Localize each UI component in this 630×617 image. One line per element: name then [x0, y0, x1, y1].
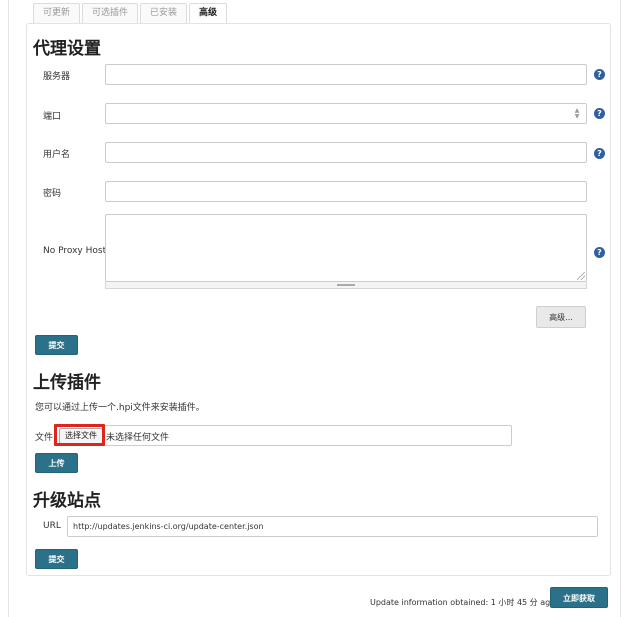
- file-label: 文件:: [35, 433, 57, 443]
- page-border-left: [8, 0, 9, 617]
- check-now-button[interactable]: 立即获取: [550, 587, 608, 608]
- username-label: 用户名: [43, 150, 71, 160]
- port-help-icon[interactable]: ?: [594, 108, 605, 119]
- password-input[interactable]: [105, 181, 587, 202]
- port-label: 端口: [43, 112, 62, 122]
- proxy-submit-button[interactable]: 提交: [35, 335, 78, 355]
- username-input[interactable]: [105, 142, 587, 163]
- upload-description: 您可以通过上传一个.hpi文件来安装插件。: [35, 403, 205, 413]
- highlight-box: [54, 424, 105, 446]
- no-proxy-help-icon[interactable]: ?: [594, 247, 605, 258]
- update-site-url-input[interactable]: http://updates.jenkins-ci.org/update-cen…: [67, 516, 598, 537]
- upload-section-title: 上传插件: [33, 373, 101, 393]
- plugin-manager-tabs: 可更新 可选插件 已安装 高级: [33, 3, 229, 23]
- tab-available[interactable]: 可选插件: [82, 3, 139, 23]
- tab-updates[interactable]: 可更新: [33, 3, 81, 23]
- update-info-status: Update information obtained: 1 小时 45 分 a…: [370, 598, 556, 607]
- page-border-right: [620, 0, 621, 617]
- no-proxy-host-label: No Proxy Host: [43, 246, 107, 256]
- update-site-submit-button[interactable]: 提交: [35, 549, 78, 569]
- server-help-icon[interactable]: ?: [594, 69, 605, 80]
- resize-grip-icon[interactable]: [577, 272, 585, 280]
- upload-button[interactable]: 上传: [35, 453, 78, 473]
- update-site-section-title: 升级站点: [33, 491, 101, 511]
- port-spinner-icon[interactable]: ▲ ▼: [573, 108, 581, 120]
- port-input[interactable]: ▲ ▼: [105, 103, 587, 124]
- username-help-icon[interactable]: ?: [594, 148, 605, 159]
- server-input[interactable]: [105, 64, 587, 85]
- tab-advanced[interactable]: 高级: [189, 3, 228, 23]
- proxy-section-title: 代理设置: [33, 39, 101, 59]
- update-site-url-value: http://updates.jenkins-ci.org/update-cen…: [73, 522, 264, 531]
- drag-handle-icon: [337, 284, 355, 286]
- tab-installed[interactable]: 已安装: [140, 3, 188, 23]
- url-label: URL: [43, 521, 61, 531]
- textarea-expand-bar[interactable]: [105, 282, 587, 289]
- no-proxy-host-textarea[interactable]: [105, 214, 587, 282]
- no-file-chosen-text: 未选择任何文件: [106, 433, 170, 443]
- password-label: 密码: [43, 189, 62, 199]
- advanced-button[interactable]: 高级...: [536, 306, 586, 328]
- server-label: 服务器: [43, 72, 71, 82]
